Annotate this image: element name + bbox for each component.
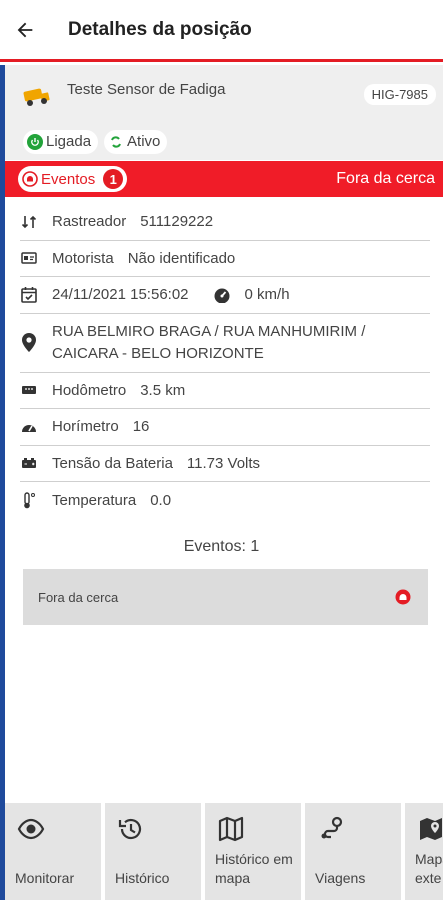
back-button[interactable] [0, 0, 50, 61]
events-chip[interactable]: Eventos 1 [18, 166, 128, 192]
event-status-text: Fora da cerca [336, 170, 435, 187]
driver-row: Motorista Não identificado [20, 241, 430, 277]
app-header: Detalhes da posição [0, 0, 443, 62]
event-bar: Eventos 1 Fora da cerca [5, 161, 443, 197]
odometer-value: 3.5 km [140, 381, 186, 399]
history-map-button[interactable]: Histórico em mapa [205, 803, 301, 900]
event-item-label: Fora da cerca [38, 589, 119, 605]
bottom-action-bar: Monitorar Histórico Histórico em mapa Vi… [5, 803, 443, 900]
arrow-left-icon [17, 22, 33, 37]
address-row: RUA BELMIRO BRAGA / RUA MANHUMIRIM / CAI… [20, 314, 430, 373]
datetime-value: 24/11/2021 15:56:02 [52, 286, 189, 304]
events-chip-label: Eventos [41, 170, 96, 188]
swap-vertical-icon [20, 213, 38, 231]
battery-label: Tensão da Bateria [52, 454, 173, 472]
datetime-speed-row: 24/11/2021 15:56:02 0 km/h [20, 277, 430, 314]
events-count-badge: 1 [103, 169, 124, 189]
history-icon [118, 818, 142, 840]
ignition-chip: Ligada [23, 129, 99, 154]
history-label: Histórico [115, 870, 170, 886]
calendar-icon [20, 286, 38, 304]
address-line-1: RUA BELMIRO BRAGA / RUA MANHUMIRIM / [52, 322, 366, 340]
temperature-label: Temperatura [52, 491, 137, 509]
plate-badge: HIG-7985 [363, 84, 436, 105]
events-section-title: Eventos: 1 [183, 538, 260, 555]
status-row: Ligada Ativo [5, 123, 443, 160]
driver-value: Não identificado [127, 249, 236, 267]
vehicle-row: Teste Sensor de Fadiga HIG-7985 [5, 65, 443, 123]
history-map-label: Histórico em mapa [215, 851, 293, 886]
battery-row: Tensão da Bateria 11.73 Volts [20, 446, 430, 482]
odometer-label: Hodômetro [52, 381, 127, 399]
hourmeter-row: Horímetro 16 [20, 409, 430, 446]
map-pin-icon [420, 818, 442, 840]
map-icon [218, 816, 244, 842]
route-icon [321, 816, 343, 839]
address-text: RUA BELMIRO BRAGA / RUA MANHUMIRIM / CAI… [52, 321, 365, 365]
power-icon [27, 133, 43, 150]
position-info-list: Rastreador 511129222 Motorista Não ident… [20, 204, 430, 519]
external-map-button[interactable]: Mapa exte [405, 803, 443, 900]
tracker-value: 511129222 [140, 213, 214, 231]
event-item[interactable]: Fora da cerca [23, 569, 428, 625]
temperature-value: 0.0 [150, 491, 172, 509]
temperature-row: Temperatura 0.0 [20, 482, 430, 519]
thermometer-icon [20, 491, 38, 509]
id-card-icon [20, 249, 38, 267]
vehicle-name: Teste Sensor de Fadiga [67, 80, 226, 98]
sync-icon [108, 133, 125, 150]
external-map-label: Mapa exte [415, 851, 443, 886]
alarm-icon [22, 171, 38, 187]
history-button[interactable]: Histórico [105, 803, 201, 900]
battery-icon [20, 454, 38, 472]
location-pin-icon [20, 333, 38, 352]
odometer-icon [20, 381, 38, 399]
eye-icon [17, 818, 45, 840]
battery-value: 11.73 Volts [186, 454, 261, 472]
tracker-label: Rastreador [52, 213, 127, 231]
trips-label: Viagens [315, 870, 366, 886]
monitor-button[interactable]: Monitorar [5, 803, 101, 900]
speed-value: 0 km/h [244, 286, 290, 304]
ignition-label: Ligada [46, 133, 92, 150]
monitor-label: Monitorar [15, 870, 75, 886]
speedometer-icon [213, 286, 231, 304]
odometer-row: Hodômetro 3.5 km [20, 373, 430, 409]
active-chip: Ativo [104, 129, 168, 154]
alarm-icon [395, 589, 411, 605]
truck-icon [23, 88, 50, 106]
trips-button[interactable]: Viagens [305, 803, 401, 900]
driver-label: Motorista [52, 249, 114, 267]
page-title: Detalhes da posição [68, 18, 252, 40]
address-line-2: CAICARA - BELO HORIZONTE [52, 344, 264, 362]
gauge-icon [20, 418, 38, 436]
tracker-row: Rastreador 511129222 [20, 204, 430, 241]
hourmeter-label: Horímetro [52, 418, 119, 436]
hourmeter-value: 16 [132, 418, 150, 436]
active-label: Ativo [127, 133, 161, 150]
